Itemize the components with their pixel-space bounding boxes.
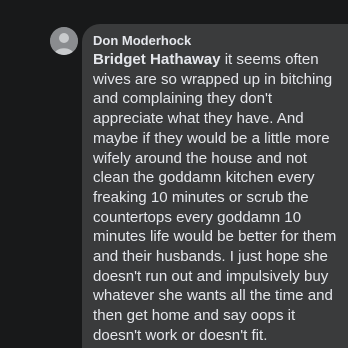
- user-avatar-icon: [50, 27, 78, 55]
- comment-text: it seems often wives are so wrapped up i…: [93, 51, 337, 344]
- comment-body: Bridget Hathaway it seems often wives ar…: [93, 50, 340, 346]
- mention-link[interactable]: Bridget Hathaway: [93, 51, 221, 68]
- avatar[interactable]: [50, 27, 78, 55]
- comment-author[interactable]: Don Moderhock: [93, 32, 340, 49]
- comment-bubble: Don Moderhock Bridget Hathaway it seems …: [82, 24, 348, 348]
- comment-thread: Don Moderhock Bridget Hathaway it seems …: [0, 0, 348, 348]
